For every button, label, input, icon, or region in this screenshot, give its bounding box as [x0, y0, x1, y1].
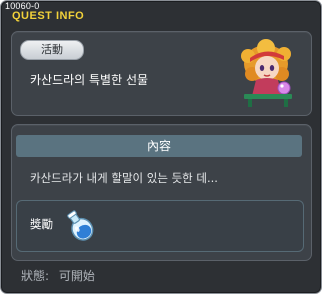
- quest-name: 카산드라의 특별한 선물: [30, 73, 149, 87]
- content-header: 內容: [16, 135, 302, 157]
- potion-icon[interactable]: [61, 207, 99, 245]
- reward-box: [16, 200, 304, 252]
- status-line: 狀態: 可開始: [21, 267, 101, 284]
- quest-info-window: 10060-0 QUEST INFO 活動 카산드라의 특별한 선물 內容 카산…: [0, 0, 322, 294]
- window-title: QUEST INFO: [12, 10, 85, 22]
- npc-portrait-icon: [241, 39, 292, 107]
- status-label: 狀態:: [21, 269, 50, 283]
- reward-label: 獎勵: [30, 217, 53, 231]
- status-value: 可開始: [58, 269, 95, 283]
- content-text: 카산드라가 내게 할말이 있는 듯한 데...: [30, 171, 218, 185]
- activity-badge: 活動: [20, 40, 84, 60]
